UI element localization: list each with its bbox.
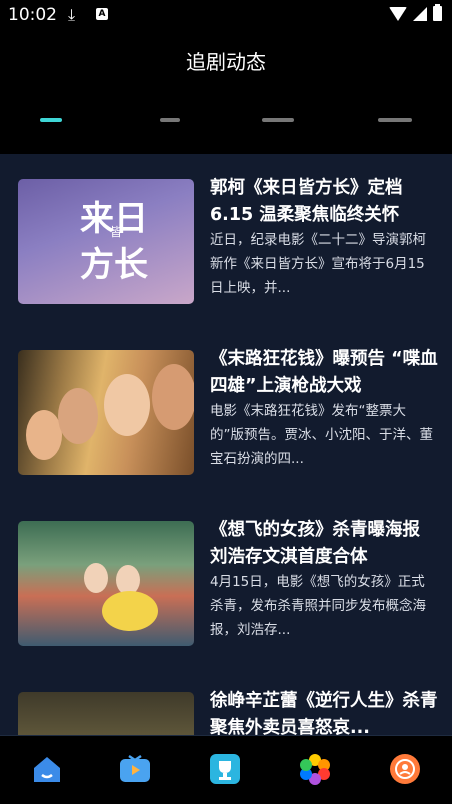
article-list[interactable]: 来日 方长 皆 郭柯《来日皆方长》定档6.15 温柔聚焦临终关怀 近日，纪录电影… [0,154,452,735]
tab-bar[interactable] [0,90,452,154]
system-icons [389,4,442,21]
list-item[interactable]: 来日 方长 皆 郭柯《来日皆方长》定档6.15 温柔聚焦临终关怀 近日，纪录电影… [18,178,438,309]
article-desc: 近日，纪录电影《二十二》导演郭柯新作《来日皆方长》宣布将于6月15日上映，并..… [210,232,426,296]
signal-icon [413,6,427,21]
article-title: 《末路狂花钱》曝预告 “喋血四雄”上演枪战大戏 [210,349,438,396]
tab-2[interactable] [160,118,180,122]
thumb-text: 皆 [110,225,123,239]
photos-icon[interactable] [298,752,332,786]
list-item[interactable]: 《末路狂花钱》曝预告 “喋血四雄”上演枪战大戏 电影《末路狂花钱》发布“整票大的… [18,349,438,480]
app-header: 追剧动态 [0,30,452,90]
article-desc: 4月15日，电影《想飞的女孩》正式杀青，发布杀青照并同步发布概念海报，刘浩存..… [210,574,426,638]
article-thumbnail [18,692,194,735]
article-title: 徐峥辛芷蕾《逆行人生》杀青 聚焦外卖员喜怒哀... [210,691,438,735]
tab-4[interactable] [378,118,412,122]
bottom-nav [0,735,452,804]
wifi-icon [389,6,407,21]
status-bar: 10:02 ⤓ A [0,0,452,30]
page-title: 追剧动态 [186,50,266,74]
article-title: 《想飞的女孩》杀青曝海报 刘浩存文淇首度合体 [210,520,420,567]
tab-3[interactable] [262,118,294,122]
thumb-text: 方长 [80,245,148,285]
trophy-icon[interactable] [208,752,242,786]
tv-icon[interactable] [118,752,152,786]
article-thumbnail: 来日 方长 皆 [18,179,194,304]
battery-icon [433,4,442,21]
article-thumbnail [18,350,194,475]
status-time: 10:02 [8,5,57,25]
list-item[interactable]: 徐峥辛芷蕾《逆行人生》杀青 聚焦外卖员喜怒哀... [18,691,438,735]
article-title: 郭柯《来日皆方长》定档6.15 温柔聚焦临终关怀 [210,178,403,225]
article-desc: 电影《末路狂花钱》发布“整票大的”版预告。贾冰、小沈阳、于洋、董宝石扮演的四..… [210,403,433,467]
profile-icon[interactable] [388,752,422,786]
tab-1[interactable] [40,118,62,122]
article-thumbnail [18,521,194,646]
a-icon: A [96,8,108,20]
list-item[interactable]: 《想飞的女孩》杀青曝海报 刘浩存文淇首度合体 4月15日，电影《想飞的女孩》正式… [18,520,438,651]
home-icon[interactable] [30,752,64,786]
download-icon: ⤓ [68,5,76,24]
